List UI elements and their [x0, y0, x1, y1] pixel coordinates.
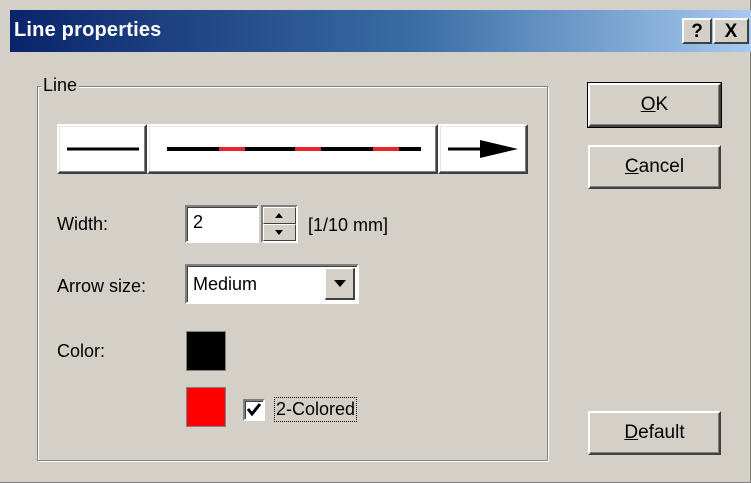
two-colored-label[interactable]: 2-Colored	[274, 397, 358, 422]
default-button[interactable]: Default	[588, 411, 721, 455]
arrow-size-value: Medium	[193, 274, 258, 294]
color-label: Color:	[57, 341, 106, 361]
window-title: Line properties	[14, 19, 162, 41]
cancel-label-rest: ancel	[638, 156, 685, 177]
width-spinner[interactable]	[261, 205, 298, 243]
arrow-line-end-icon	[448, 140, 518, 158]
default-label-rest: efault	[638, 422, 685, 443]
ok-accelerator: O	[640, 94, 656, 115]
plain-line-end-icon	[67, 147, 139, 151]
two-colored-checkbox[interactable]	[243, 399, 265, 421]
close-button[interactable]: X	[713, 18, 749, 44]
line-properties-dialog: Line properties ? X Line Width: 2 [1/10 …	[0, 0, 751, 483]
cancel-accelerator: C	[624, 156, 639, 177]
line-pattern-button[interactable]	[147, 124, 438, 174]
help-button[interactable]: ?	[682, 18, 712, 44]
group-label: Line	[41, 75, 80, 96]
spin-up-button[interactable]	[263, 207, 296, 224]
checkmark-icon	[246, 403, 262, 417]
width-label: Width:	[57, 214, 109, 234]
spin-down-button[interactable]	[263, 224, 296, 241]
spin-up-icon	[275, 213, 283, 218]
dropdown-arrow-button[interactable]	[325, 268, 355, 300]
line-end-style-button[interactable]	[438, 124, 528, 174]
default-accelerator: D	[624, 422, 639, 443]
chevron-down-icon	[334, 280, 346, 287]
two-colored-line-icon	[167, 147, 421, 151]
secondary-color-swatch[interactable]	[186, 387, 226, 427]
ok-button[interactable]: OK	[587, 82, 722, 128]
title-bar[interactable]: Line properties ? X	[10, 10, 751, 52]
arrow-size-dropdown[interactable]: Medium	[185, 264, 359, 304]
line-start-style-button[interactable]	[57, 124, 147, 174]
width-unit-label: [1/10 mm]	[308, 215, 389, 235]
cancel-button[interactable]: Cancel	[588, 145, 721, 189]
arrow-size-label: Arrow size:	[57, 276, 147, 296]
primary-color-swatch[interactable]	[186, 331, 226, 371]
spin-down-icon	[275, 230, 283, 235]
width-input[interactable]: 2	[185, 205, 259, 243]
ok-label-rest: K	[655, 94, 669, 115]
